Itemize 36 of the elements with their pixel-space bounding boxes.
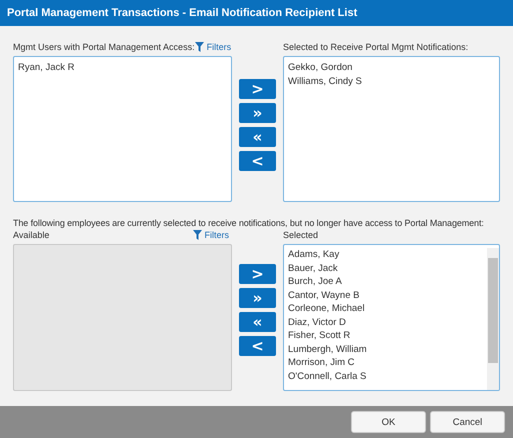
move-button[interactable]: < [239, 336, 276, 356]
available-list[interactable]: Ryan, Jack R [13, 56, 232, 202]
filters-link[interactable]: Filters [194, 42, 232, 52]
filter-icon [192, 230, 202, 240]
list-label: Selected [283, 230, 318, 240]
scrollbar[interactable] [487, 248, 499, 390]
list-item[interactable]: O'Connell, Carla S [288, 370, 487, 383]
move-button[interactable]: » [239, 102, 276, 122]
selected-list[interactable]: Adams, Kay Bauer, Jack Burch, Joe A Cantor, Wayne B Corleone, Michael Diaz, Victor D Fisher, Scott R Lumbergh, William Morrison, Jim C O'Connell, Carla S [283, 244, 500, 391]
list-item[interactable]: Corleone, Michael [288, 302, 487, 316]
list-item[interactable]: Adams, Kay [288, 248, 487, 262]
move-button[interactable]: > [239, 264, 276, 284]
list-item[interactable]: Williams, Cindy S [288, 74, 495, 88]
move-button[interactable]: > [239, 78, 276, 98]
list-item[interactable]: Ryan, Jack R [18, 61, 74, 197]
filter-icon [194, 42, 204, 52]
list-item[interactable]: Cantor, Wayne B [288, 288, 487, 302]
list-item[interactable]: Bauer, Jack [288, 262, 487, 275]
list-label: Selected to Receive Portal Mgmt Notifications: [283, 42, 468, 52]
selected-list[interactable]: Gekko, Gordon Williams, Cindy S [283, 56, 500, 202]
move-button[interactable]: « [239, 312, 276, 332]
list-label: Available [13, 230, 50, 240]
ok-button[interactable]: OK [351, 411, 426, 433]
cancel-button[interactable]: Cancel [430, 411, 505, 433]
move-button[interactable]: » [239, 288, 276, 308]
list-item[interactable]: Fisher, Scott R [288, 329, 487, 342]
move-button[interactable]: < [239, 150, 276, 170]
list-item[interactable]: Diaz, Victor D [288, 316, 487, 329]
notice-text: The following employees are currently selected to receive notifications, but no longer have access to Portal Management: [13, 218, 485, 229]
list-label: Mgmt Users with Portal Management Access: [13, 42, 195, 52]
list-item[interactable]: Morrison, Jim C [288, 356, 487, 370]
window-title: Portal Management Transactions - Email Notification Recipient List [0, 0, 513, 26]
list-item[interactable]: Lumbergh, William [288, 342, 487, 356]
move-button[interactable]: « [239, 126, 276, 146]
list-item[interactable]: Gekko, Gordon [288, 61, 495, 74]
list-item[interactable]: Burch, Joe A [288, 275, 487, 288]
